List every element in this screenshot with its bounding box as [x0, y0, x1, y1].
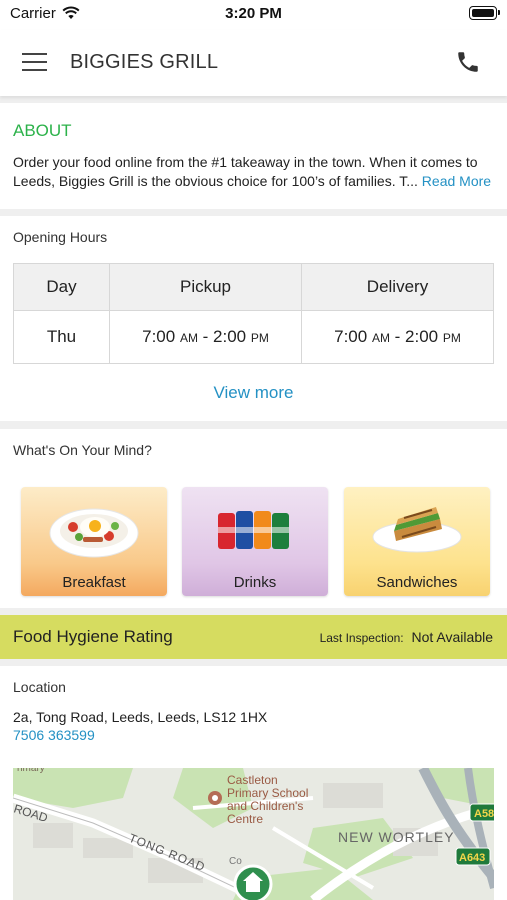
pickup-hours-cell: 7:00 AM - 2:00 PM	[109, 310, 302, 364]
drink-cans-icon	[218, 511, 289, 549]
breakfast-plate-icon	[49, 508, 139, 558]
app-title: BIGGIES GRILL	[70, 51, 219, 73]
road-shield-a58: A58	[474, 808, 494, 820]
road-shield-a643: A643	[459, 852, 485, 864]
opening-hours-heading: Opening Hours	[13, 229, 108, 245]
map-label: Primary School	[227, 786, 308, 800]
category-tile-sandwiches[interactable]: Sandwiches	[344, 487, 490, 596]
phone-icon[interactable]	[455, 49, 481, 75]
table-row: Thu 7:00 AM - 2:00 PM 7:00 AM - 2:00 PM	[13, 310, 494, 364]
category-tile-drinks[interactable]: Drinks	[182, 487, 328, 596]
hygiene-title: Food Hygiene Rating	[13, 627, 173, 646]
location-map[interactable]: rimary Castleton Primary School and Chil…	[13, 768, 494, 900]
map-label: rimary	[17, 768, 45, 774]
view-more-link[interactable]: View more	[0, 383, 507, 403]
about-text: Order your food online from the #1 takea…	[13, 153, 498, 191]
day-cell: Thu	[13, 310, 110, 364]
app-header: BIGGIES GRILL	[0, 30, 507, 96]
map-label: Co	[229, 856, 242, 867]
about-section: ABOUT Order your food online from the #1…	[0, 103, 507, 209]
column-header-day: Day	[13, 263, 110, 311]
location-section: Location 2a, Tong Road, Leeds, Leeds, LS…	[0, 666, 507, 900]
sandwich-plate-icon	[372, 507, 462, 553]
battery-icon	[469, 6, 500, 20]
location-heading: Location	[13, 679, 66, 695]
status-bar: Carrier 3:20 PM	[0, 0, 507, 30]
map-label: and Children's	[227, 799, 303, 813]
table-header-row: Day Pickup Delivery	[13, 263, 494, 311]
category-label: Drinks	[233, 574, 277, 591]
category-tile-breakfast[interactable]: Breakfast	[21, 487, 167, 596]
map-label: NEW WORTLEY	[338, 829, 455, 845]
category-label: Sandwiches	[376, 574, 458, 591]
opening-hours-section: Opening Hours Day Pickup Delivery Thu 7:…	[0, 216, 507, 421]
last-inspection-label: Last Inspection:	[319, 631, 404, 645]
last-inspection-value: Not Available	[411, 629, 493, 645]
hamburger-menu-icon[interactable]	[22, 53, 47, 71]
opening-hours-table: Day Pickup Delivery Thu 7:00 AM - 2:00 P…	[13, 263, 494, 364]
category-label: Breakfast	[62, 574, 126, 591]
column-header-delivery: Delivery	[301, 263, 494, 311]
location-phone-link[interactable]: 7506 363599	[13, 727, 95, 743]
about-heading: ABOUT	[13, 121, 72, 140]
last-inspection: Last Inspection: Not Available	[320, 629, 493, 645]
about-description: Order your food online from the #1 takea…	[13, 154, 478, 189]
food-hygiene-rating-bar: Food Hygiene Rating Last Inspection: Not…	[0, 615, 507, 659]
read-more-link[interactable]: Read More	[422, 173, 491, 189]
map-label: Centre	[227, 812, 263, 826]
map-canvas: rimary Castleton Primary School and Chil…	[13, 768, 494, 900]
categories-heading: What's On Your Mind?	[13, 442, 152, 458]
location-address: 2a, Tong Road, Leeds, Leeds, LS12 1HX	[13, 709, 268, 725]
categories-section: What's On Your Mind? Breakfast Drinks Sa…	[0, 429, 507, 608]
column-header-pickup: Pickup	[109, 263, 302, 311]
map-marker-icon[interactable]	[233, 864, 273, 900]
clock: 3:20 PM	[225, 5, 282, 22]
delivery-hours-cell: 7:00 AM - 2:00 PM	[301, 310, 494, 364]
map-label: Castleton	[227, 773, 278, 787]
